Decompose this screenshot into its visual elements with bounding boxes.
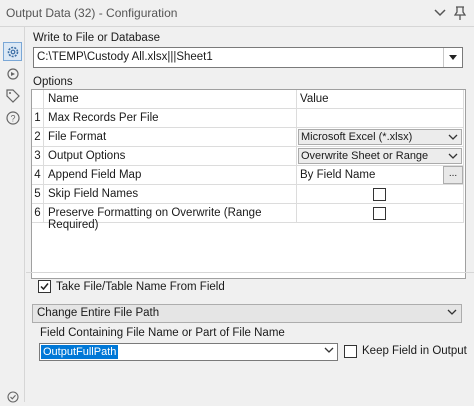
field-select[interactable]: OutputFullPath	[39, 343, 338, 361]
section-divider	[26, 272, 474, 273]
file-format-select[interactable]: Microsoft Excel (*.xlsx)	[297, 128, 464, 147]
side-tool-rail: ?	[0, 27, 25, 403]
tag-icon[interactable]	[3, 86, 22, 105]
field-containing-label: Field Containing File Name or Part of Fi…	[40, 327, 285, 339]
grid-row: 2 File Format Microsoft Excel (*.xlsx)	[32, 128, 465, 147]
chevron-down-icon	[324, 345, 334, 357]
row-name: Max Records Per File	[44, 109, 297, 128]
chevron-down-icon	[447, 307, 457, 319]
options-label: Options	[33, 76, 73, 88]
skip-field-names-checkbox[interactable]	[373, 188, 386, 201]
check-circle-icon	[3, 387, 22, 406]
header-value: Value	[297, 90, 464, 109]
grid-row: 3 Output Options Overwrite Sheet or Rang…	[32, 147, 465, 166]
row-number: 2	[32, 128, 44, 147]
row-name: Preserve Formatting on Overwrite (Range …	[44, 204, 297, 231]
window-title: Output Data (32) - Configuration	[6, 6, 178, 20]
chevron-down-icon[interactable]	[431, 4, 449, 22]
header-num	[32, 90, 44, 109]
grid-row: 5 Skip Field Names	[32, 185, 465, 204]
row-number: 4	[32, 166, 44, 185]
options-grid: Name Value 1 Max Records Per File 2 File…	[31, 89, 466, 279]
change-mode-value: Change Entire File Path	[37, 307, 160, 319]
row-number: 1	[32, 109, 44, 128]
row-name: Output Options	[44, 147, 297, 166]
row-number: 3	[32, 147, 44, 166]
file-format-value: Microsoft Excel (*.xlsx)	[301, 131, 413, 143]
field-value: OutputFullPath	[41, 345, 119, 359]
chevron-down-icon	[448, 132, 458, 144]
help-icon[interactable]: ?	[3, 108, 22, 127]
title-bar: Output Data (32) - Configuration	[0, 0, 474, 27]
append-field-map-text: By Field Name	[300, 169, 376, 181]
change-mode-select[interactable]: Change Entire File Path	[32, 304, 462, 323]
write-to-label: Write to File or Database	[33, 32, 160, 44]
output-options-select-box[interactable]: Overwrite Sheet or Range	[298, 148, 462, 164]
grid-row: 1 Max Records Per File	[32, 109, 465, 128]
max-records-input[interactable]	[297, 109, 464, 128]
grid-row: 6 Preserve Formatting on Overwrite (Rang…	[32, 204, 465, 231]
grid-row: 4 Append Field Map By Field Name ...	[32, 166, 465, 185]
output-options-value: Overwrite Sheet or Range	[301, 150, 429, 162]
chevron-down-icon	[448, 151, 458, 163]
file-format-select-box[interactable]: Microsoft Excel (*.xlsx)	[298, 129, 462, 145]
path-combo[interactable]: C:\TEMP\Custody All.xlsx|||Sheet1	[33, 47, 463, 68]
row-name: Append Field Map	[44, 166, 297, 185]
preserve-formatting-cell	[297, 204, 464, 223]
path-value[interactable]: C:\TEMP\Custody All.xlsx|||Sheet1	[37, 51, 213, 63]
config-panel: Write to File or Database C:\TEMP\Custod…	[26, 27, 474, 402]
grid-header: Name Value	[32, 90, 465, 109]
row-number: 6	[32, 204, 44, 223]
pin-icon[interactable]	[451, 4, 469, 22]
keep-field-checkbox[interactable]	[344, 345, 357, 358]
append-field-map-button[interactable]: ...	[443, 166, 463, 184]
row-number: 5	[32, 185, 44, 204]
skip-field-names-cell	[297, 185, 464, 204]
take-name-label: Take File/Table Name From Field	[56, 281, 225, 293]
arrows-circle-icon[interactable]	[3, 64, 22, 83]
gear-icon[interactable]	[3, 42, 22, 61]
row-name: File Format	[44, 128, 297, 147]
svg-text:?: ?	[10, 113, 15, 123]
output-options-select[interactable]: Overwrite Sheet or Range	[297, 147, 464, 166]
preserve-formatting-checkbox[interactable]	[373, 207, 386, 220]
take-name-checkbox[interactable]	[38, 280, 51, 293]
header-name: Name	[44, 90, 297, 109]
keep-field-label: Keep Field in Output	[362, 345, 467, 357]
row-name: Skip Field Names	[44, 185, 297, 204]
path-dropdown-button[interactable]	[443, 48, 462, 67]
append-field-map-value[interactable]: By Field Name ...	[297, 166, 464, 185]
